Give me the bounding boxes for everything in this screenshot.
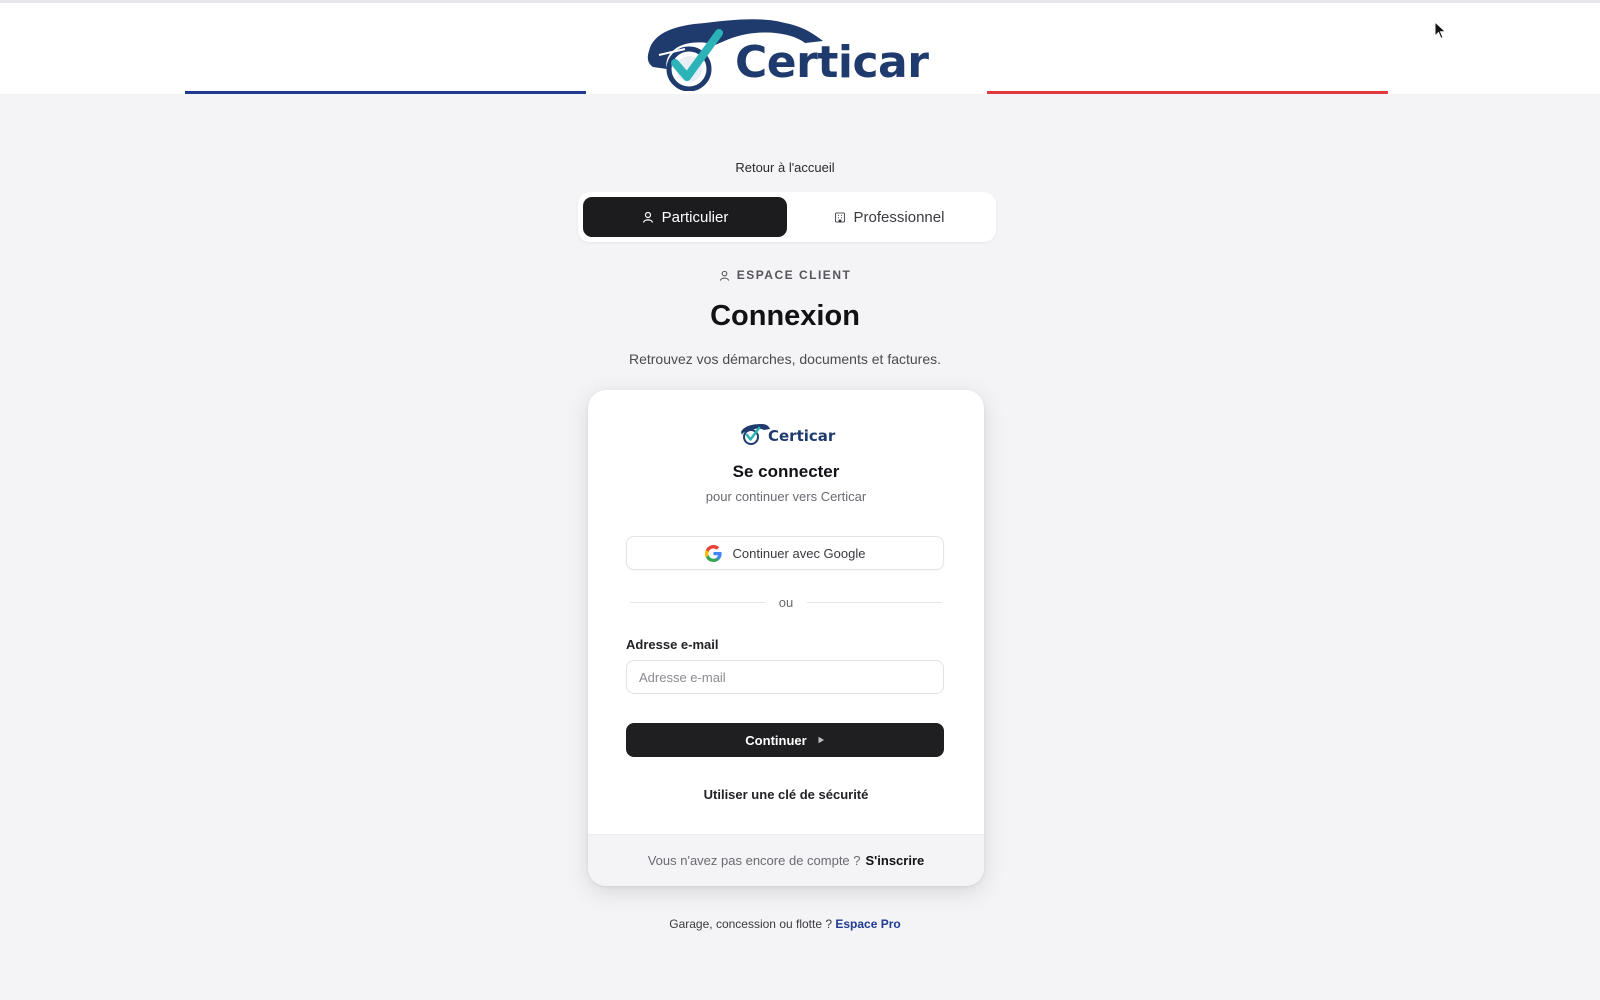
pro-text: Garage, concession ou flotte ? [669,917,833,931]
email-label: Adresse e-mail [626,637,719,652]
card-title: Se connecter [732,462,840,481]
brand-logo[interactable]: Certicar [645,11,935,92]
card-subtitle: pour continuer vers Certicar [705,489,867,504]
card-brand-logo: Certicar [740,420,836,448]
no-account-text: Vous n'avez pas encore de compte ? [647,853,861,868]
google-signin-label: Continuer avec Google [732,545,866,561]
brand-name: Certicar [735,37,929,88]
continue-label: Continuer [745,732,807,748]
or-divider: ou [630,594,942,610]
page-title: Connexion [710,300,860,332]
login-card: Certicar Se connecter pour continuer ver… [588,390,984,886]
flag-stripe-red [987,91,1388,94]
section-eyebrow: ESPACE CLIENT [0,268,1570,282]
email-field[interactable] [626,660,944,694]
back-home-link[interactable]: Retour à l'accueil [0,160,1570,175]
account-type-switch: Particulier Professionnel [578,192,996,242]
espace-pro-link[interactable]: Espace Pro [835,917,900,931]
car-logo-icon [741,424,770,445]
continue-button[interactable]: Continuer [626,723,944,757]
tab-professionnel[interactable]: Professionnel [787,197,991,237]
google-icon [704,544,722,562]
page-subtitle: Retrouvez vos démarches, documents et fa… [628,351,942,367]
divider-label: ou [778,594,794,610]
security-key-link[interactable]: Utiliser une clé de sécurité [588,787,984,802]
card-footer: Vous n'avez pas encore de compte ? S'ins… [588,834,984,886]
pro-space-line: Garage, concession ou flotte ? Espace Pr… [0,917,1570,931]
tab-particulier-label: Particulier [661,208,729,226]
divider-line-left [630,601,765,603]
google-signin-button[interactable]: Continuer avec Google [626,536,944,570]
eyebrow-label: ESPACE CLIENT [736,268,852,282]
flag-stripe-blue [185,91,586,94]
user-icon [719,270,729,281]
tab-particulier[interactable]: Particulier [583,197,787,237]
card-brand-name: Certicar [768,427,836,445]
top-header: Certicar [0,0,1600,94]
mouse-cursor-icon [1434,21,1447,40]
play-arrow-icon [818,736,824,744]
signup-link[interactable]: S'inscrire [866,853,925,868]
divider-line-right [807,601,942,603]
user-icon [642,211,653,223]
building-icon [834,212,845,223]
tab-professionnel-label: Professionnel [853,208,945,226]
